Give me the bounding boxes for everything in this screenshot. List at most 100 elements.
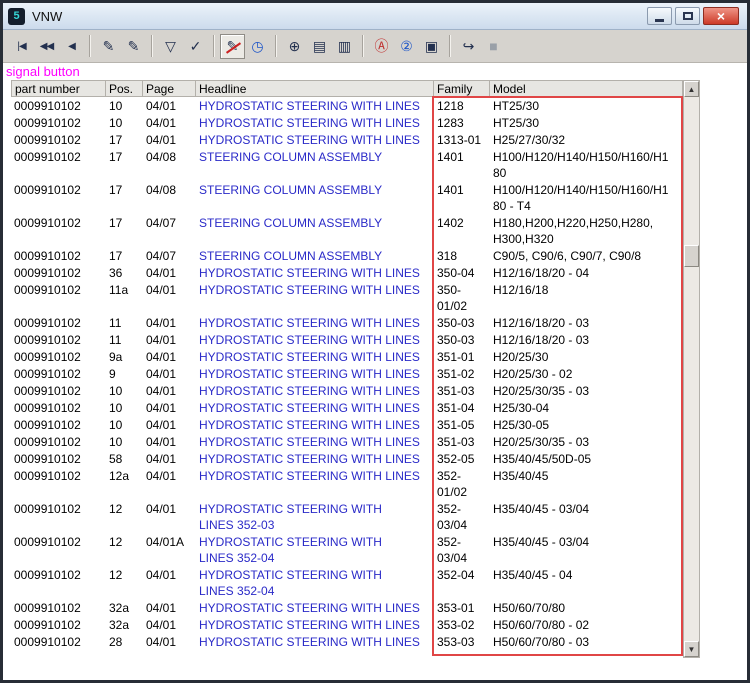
pen-strike-toggle[interactable]: ✎ (220, 34, 245, 59)
part-cell: 0009910102 (11, 467, 106, 500)
column-header-headline[interactable]: Headline (196, 80, 434, 97)
model-cell: C90/5, C90/6, C90/7, C90/8 (490, 247, 683, 264)
toolbar-separator (151, 35, 153, 57)
table-row[interactable]: 00099101021204/01HYDROSTATIC STEERING WI… (11, 566, 700, 599)
scrollbar-thumb[interactable] (684, 245, 699, 267)
scrollbar-track[interactable] (684, 97, 699, 641)
page-cell: 04/07 (143, 247, 196, 264)
stop-button[interactable]: ■ (481, 34, 506, 59)
annotate-2-button[interactable]: ② (394, 34, 419, 59)
edit-copy-button[interactable]: ✎ (121, 34, 146, 59)
page-cell: 04/01 (143, 114, 196, 131)
filter-button[interactable]: ▽ (158, 34, 183, 59)
checklist-icon: ✓ (190, 38, 202, 55)
client-area: signal button part numberPos.PageHeadlin… (3, 63, 747, 680)
model-cell: H25/30-05 (490, 416, 683, 433)
table-row[interactable]: 00099101021004/01HYDROSTATIC STEERING WI… (11, 114, 700, 131)
table-row[interactable]: 00099101022804/01HYDROSTATIC STEERING WI… (11, 633, 700, 650)
table-row[interactable]: 00099101023604/01HYDROSTATIC STEERING WI… (11, 264, 700, 281)
column-header-page[interactable]: Page (143, 80, 196, 97)
maximize-button[interactable] (675, 7, 700, 25)
table-row[interactable]: 00099101021104/01HYDROSTATIC STEERING WI… (11, 331, 700, 348)
pos-cell: 10 (106, 114, 143, 131)
pos-cell: 17 (106, 214, 143, 247)
part-cell: 0009910102 (11, 348, 106, 365)
scroll-up-button[interactable]: ▲ (684, 81, 699, 97)
column-header-model[interactable]: Model (490, 80, 683, 97)
history-button[interactable]: ◷ (245, 34, 270, 59)
exit-button[interactable]: ↪ (456, 34, 481, 59)
table-row[interactable]: 00099101021204/01AHYDROSTATIC STEERING W… (11, 533, 700, 566)
table-row[interactable]: 000991010211a04/01HYDROSTATIC STEERING W… (11, 281, 700, 314)
table-row[interactable]: 00099101025804/01HYDROSTATIC STEERING WI… (11, 450, 700, 467)
family-cell: 351-01 (434, 348, 490, 365)
pos-cell: 9 (106, 365, 143, 382)
family-cell: 352- 03/04 (434, 500, 490, 533)
zoom-page-button[interactable]: ▤ (307, 34, 332, 59)
part-cell: 0009910102 (11, 533, 106, 566)
table-row[interactable]: 000991010232a04/01HYDROSTATIC STEERING W… (11, 599, 700, 616)
vertical-scrollbar[interactable]: ▲ ▼ (683, 80, 700, 658)
family-cell: 352- 01/02 (434, 467, 490, 500)
family-cell: 350-04 (434, 264, 490, 281)
headline-cell: HYDROSTATIC STEERING WITH LINES (196, 264, 434, 281)
model-cell: H100/H120/H140/H150/H160/H1 80 - T4 (490, 181, 683, 214)
model-cell: H12/16/18/20 - 03 (490, 331, 683, 348)
table-row[interactable]: 00099101021704/08STEERING COLUMN ASSEMBL… (11, 148, 700, 181)
annotate-a-button[interactable]: Ⓐ (369, 34, 394, 59)
table-row[interactable]: 00099101021704/08STEERING COLUMN ASSEMBL… (11, 181, 700, 214)
table-row[interactable]: 00099101021004/01HYDROSTATIC STEERING WI… (11, 416, 700, 433)
zoom-in-button[interactable]: ⊕ (282, 34, 307, 59)
checklist-button[interactable]: ✓ (183, 34, 208, 59)
column-header-pos[interactable]: Pos. (106, 80, 143, 97)
table-row[interactable]: 00099101029a04/01HYDROSTATIC STEERING WI… (11, 348, 700, 365)
headline-cell: HYDROSTATIC STEERING WITH LINES (196, 348, 434, 365)
model-cell: H25/30-04 (490, 399, 683, 416)
headline-cell: HYDROSTATIC STEERING WITH LINES (196, 433, 434, 450)
table-row[interactable]: 000991010232a04/01HYDROSTATIC STEERING W… (11, 616, 700, 633)
minimize-button[interactable] (647, 7, 672, 25)
part-cell: 0009910102 (11, 433, 106, 450)
signal-button-label: signal button (3, 63, 747, 80)
zoom-fit-button[interactable]: ▥ (332, 34, 357, 59)
table-row[interactable]: 00099101021004/01HYDROSTATIC STEERING WI… (11, 399, 700, 416)
prev-record-icon: ◀ (68, 41, 75, 52)
pos-cell: 17 (106, 148, 143, 181)
table-row[interactable]: 000991010212a04/01HYDROSTATIC STEERING W… (11, 467, 700, 500)
page-cell: 04/01 (143, 599, 196, 616)
page-cell: 04/01 (143, 500, 196, 533)
edit-record-button[interactable]: ✎ (96, 34, 121, 59)
prev-record-button[interactable]: ◀ (59, 34, 84, 59)
table-row[interactable]: 00099101021204/01HYDROSTATIC STEERING WI… (11, 500, 700, 533)
table-row[interactable]: 00099101021104/01HYDROSTATIC STEERING WI… (11, 314, 700, 331)
title-bar[interactable]: 5 VNW × (3, 3, 747, 30)
model-cell: H100/H120/H140/H150/H160/H1 80 (490, 148, 683, 181)
first-record-button[interactable]: |◀ (9, 34, 34, 59)
fast-prev-button[interactable]: ◀◀ (34, 34, 59, 59)
pos-cell: 17 (106, 131, 143, 148)
print-button[interactable]: ▣ (419, 34, 444, 59)
table-row[interactable]: 00099101021004/01HYDROSTATIC STEERING WI… (11, 433, 700, 450)
pos-cell: 12a (106, 467, 143, 500)
part-cell: 0009910102 (11, 633, 106, 650)
family-cell: 351-05 (434, 416, 490, 433)
model-cell: H20/25/30 - 02 (490, 365, 683, 382)
headline-cell: HYDROSTATIC STEERING WITH LINES 352-04 (196, 566, 434, 599)
part-cell: 0009910102 (11, 314, 106, 331)
column-header-part[interactable]: part number (11, 80, 106, 97)
scroll-down-button[interactable]: ▼ (684, 641, 699, 657)
table-row[interactable]: 00099101021704/07STEERING COLUMN ASSEMBL… (11, 214, 700, 247)
table-row[interactable]: 0009910102904/01HYDROSTATIC STEERING WIT… (11, 365, 700, 382)
column-header-family[interactable]: Family (434, 80, 490, 97)
pos-cell: 17 (106, 181, 143, 214)
table-row[interactable]: 00099101021704/07STEERING COLUMN ASSEMBL… (11, 247, 700, 264)
table-row[interactable]: 00099101021004/01HYDROSTATIC STEERING WI… (11, 382, 700, 399)
app-window: 5 VNW × |◀◀◀◀✎✎▽✓✎◷⊕▤▥Ⓐ②▣↪■ signal butto… (0, 0, 750, 683)
scroll-up-icon: ▲ (688, 85, 696, 94)
close-button[interactable]: × (703, 7, 739, 25)
table-row[interactable]: 00099101021004/01HYDROSTATIC STEERING WI… (11, 97, 700, 114)
model-cell: H35/40/45 - 04 (490, 566, 683, 599)
exit-door-icon: ↪ (463, 38, 475, 55)
part-cell: 0009910102 (11, 181, 106, 214)
table-row[interactable]: 00099101021704/01HYDROSTATIC STEERING WI… (11, 131, 700, 148)
